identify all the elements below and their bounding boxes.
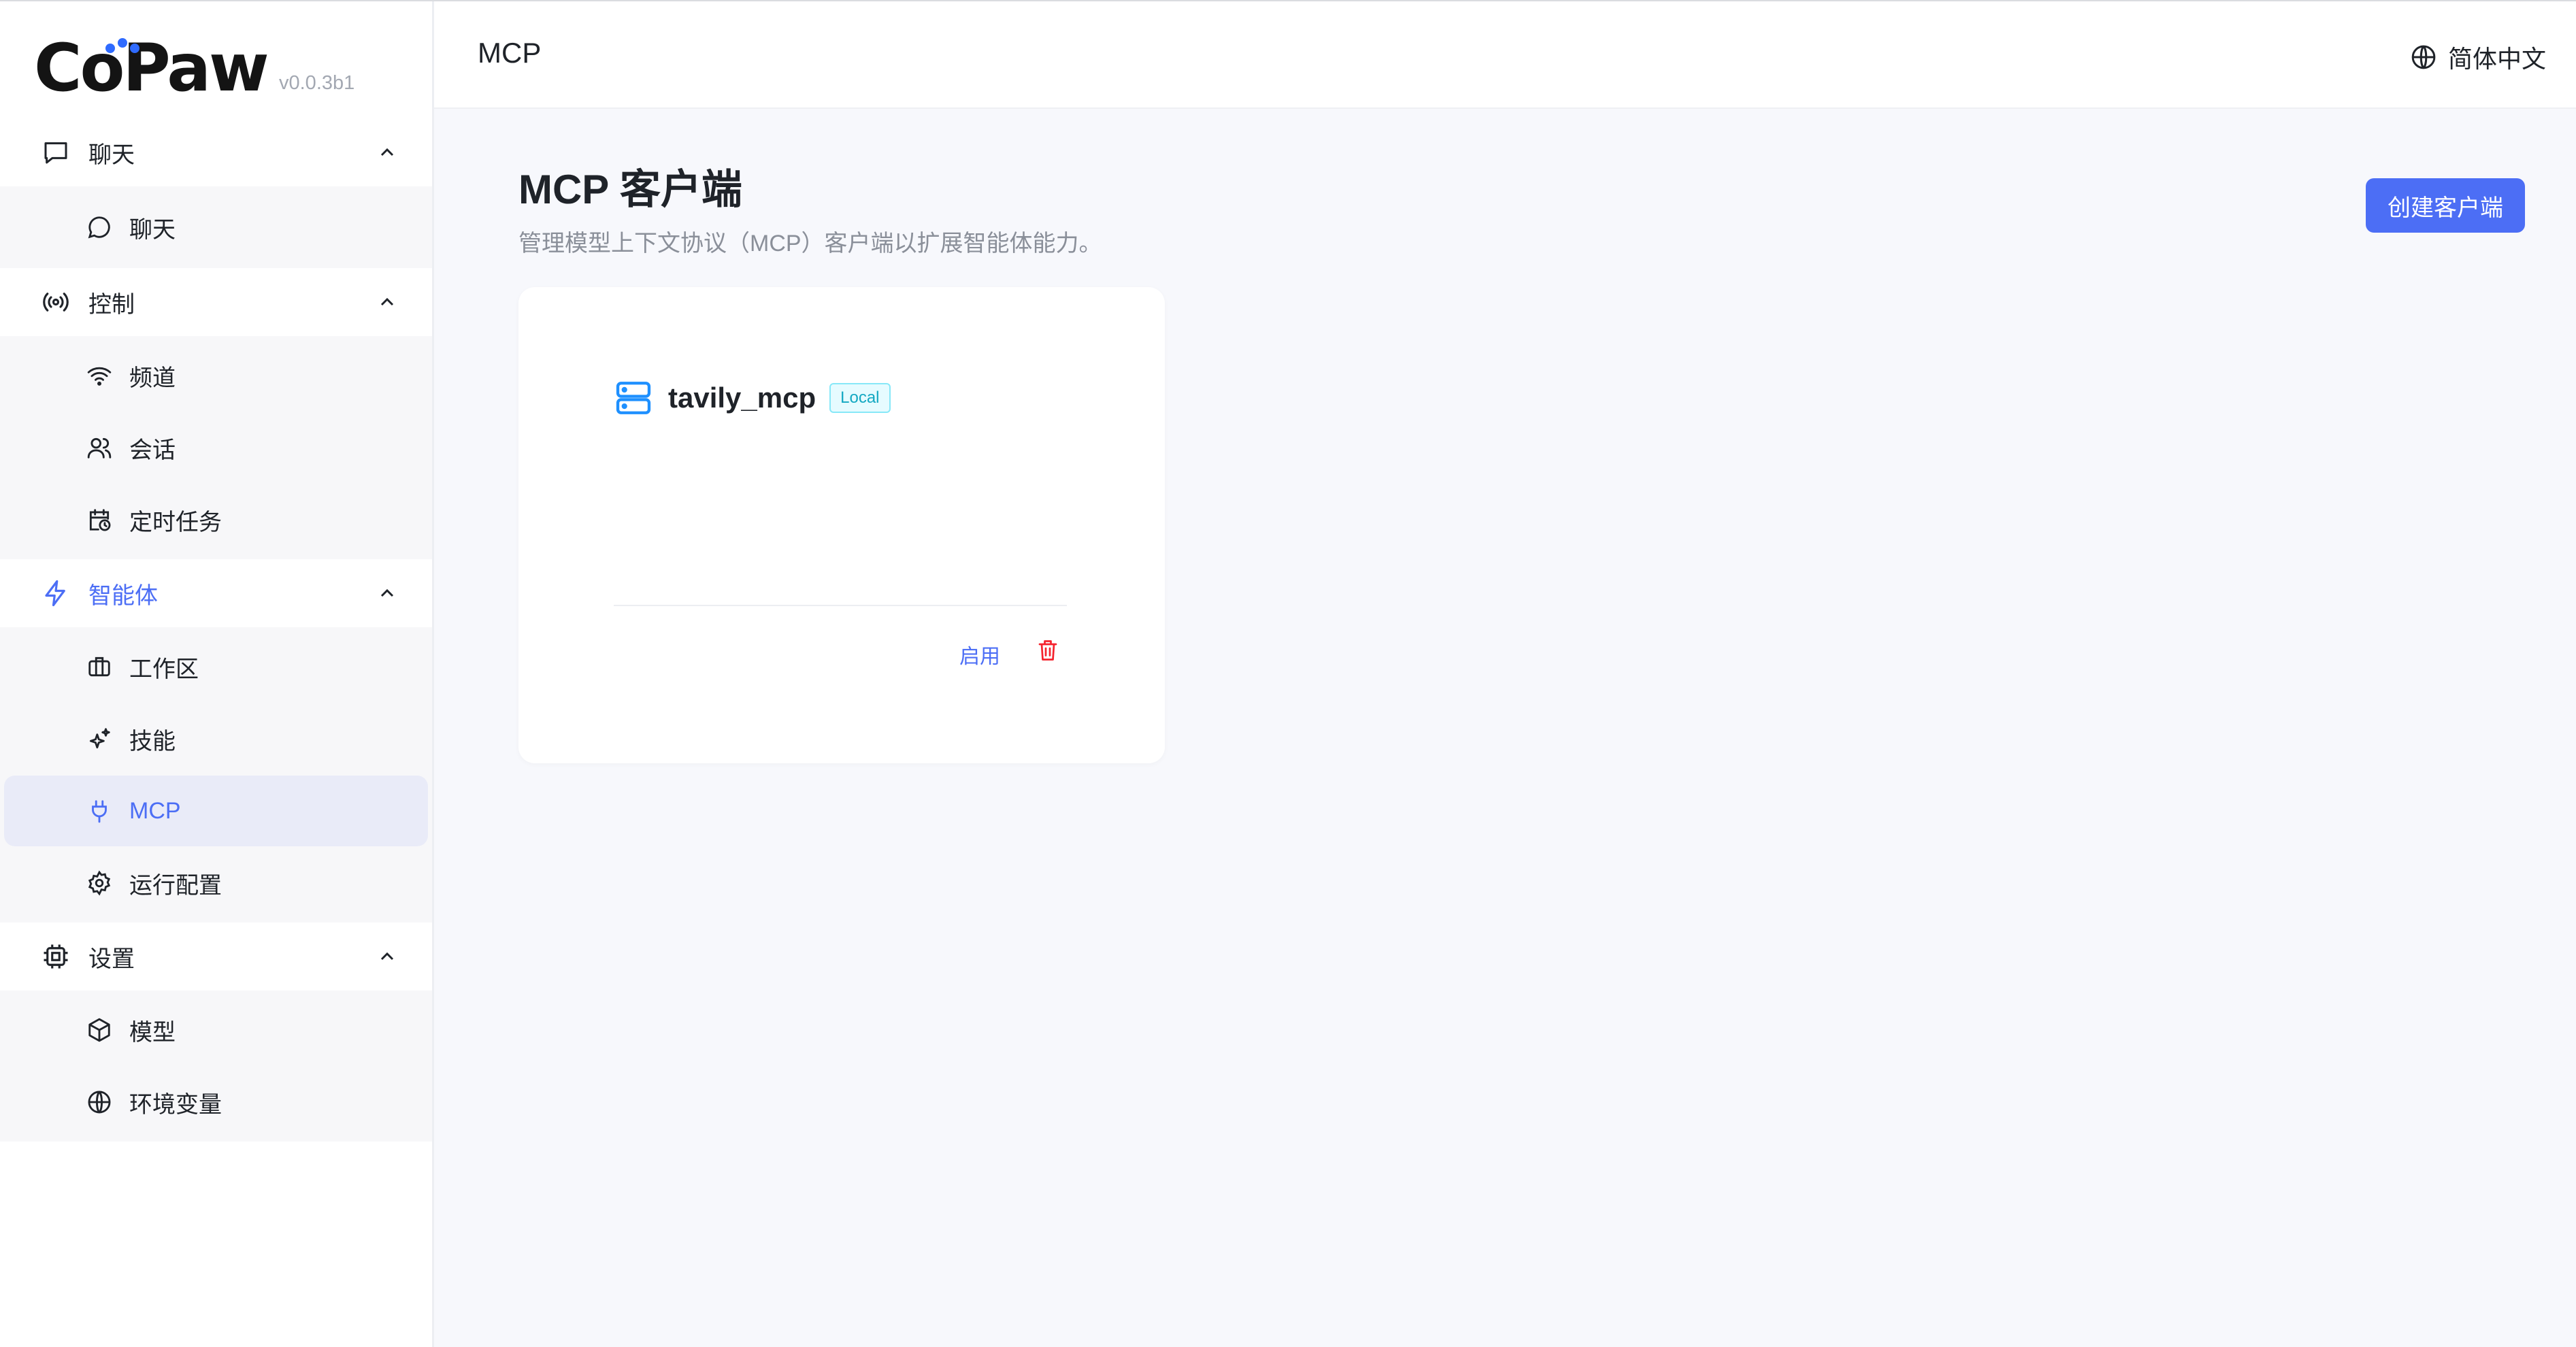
sidebar-nav: 聊天 聊天 控制 频道 会话 定时任务 智能体 工作区 技能 MCP 运行配置 … [0, 118, 432, 1142]
server-icon [616, 382, 651, 414]
card-divider [614, 605, 1067, 606]
sidebar-item-scheduled-tasks[interactable]: 定时任务 [4, 484, 428, 555]
logo-text: CoPaw [34, 30, 269, 106]
nav-sub-agent: 工作区 技能 MCP 运行配置 [0, 627, 432, 922]
chat-circle-icon [84, 212, 114, 242]
sidebar-item-label: 聊天 [129, 216, 176, 243]
nav-group-label: 控制 [88, 291, 135, 318]
nav-group-control[interactable]: 控制 [0, 268, 432, 336]
page-title: MCP 客户端 [518, 167, 742, 212]
nav-group-label: 聊天 [88, 142, 135, 168]
sidebar-item-sessions[interactable]: 会话 [4, 412, 428, 483]
sidebar: CoPaw v0.0.3b1 聊天 聊天 控制 频道 会话 定时任务 智能体 工… [0, 1, 434, 1347]
app-version: v0.0.3b1 [279, 72, 355, 94]
nav-group-label: 智能体 [88, 582, 158, 609]
sidebar-item-mcp[interactable]: MCP [4, 776, 428, 846]
users-icon [84, 433, 114, 463]
cube-icon [84, 1015, 114, 1045]
briefcase-icon [84, 652, 114, 682]
sidebar-item-label: 环境变量 [129, 1091, 222, 1118]
sidebar-item-label: 运行配置 [129, 872, 222, 899]
create-client-button[interactable]: 创建客户端 [2366, 178, 2525, 233]
chevron-up-icon[interactable] [376, 582, 398, 604]
enable-client-button[interactable]: 启用 [959, 639, 1000, 669]
language-switcher[interactable]: 简体中文 [2410, 39, 2546, 75]
trash-icon[interactable] [1036, 638, 1060, 663]
app-logo: CoPaw [34, 30, 269, 106]
mcp-client-card: tavily_mcp Local 启用 [518, 287, 1165, 763]
nav-sub-chat: 聊天 [0, 186, 432, 268]
sidebar-item-chat[interactable]: 聊天 [4, 190, 428, 264]
nav-sub-control: 频道 会话 定时任务 [0, 336, 432, 559]
sidebar-item-skills[interactable]: 技能 [4, 703, 428, 774]
nav-sub-settings: 模型 环境变量 [0, 991, 432, 1142]
sidebar-item-workspace[interactable]: 工作区 [4, 631, 428, 702]
client-type-badge: Local [829, 383, 891, 413]
page-description: 管理模型上下文协议（MCP）客户端以扩展智能体能力。 [518, 231, 1102, 256]
chevron-up-icon[interactable] [376, 291, 398, 313]
calendar-clock-icon [84, 505, 114, 535]
sidebar-item-label: 频道 [129, 365, 176, 391]
language-label: 简体中文 [2447, 45, 2546, 73]
sidebar-item-models[interactable]: 模型 [4, 995, 428, 1065]
sidebar-item-label: MCP [129, 797, 181, 824]
sidebar-item-label: 模型 [129, 1019, 176, 1046]
globe-icon [2411, 45, 2436, 69]
chat-bubble-icon [41, 137, 71, 167]
client-card-header: tavily_mcp Local [614, 378, 891, 418]
client-name: tavily_mcp [668, 382, 816, 414]
lightning-icon [41, 578, 71, 608]
cpu-icon [41, 942, 71, 971]
chevron-up-icon[interactable] [376, 946, 398, 967]
nav-group-label: 设置 [88, 946, 135, 972]
chevron-up-icon[interactable] [376, 142, 398, 163]
header-title: MCP [478, 37, 542, 69]
sidebar-item-label: 技能 [129, 728, 176, 754]
plug-icon [84, 796, 114, 826]
sidebar-item-channels[interactable]: 频道 [4, 340, 428, 411]
sidebar-item-label: 工作区 [129, 656, 199, 682]
broadcast-icon [41, 287, 71, 317]
nav-group-agent[interactable]: 智能体 [0, 559, 432, 627]
sidebar-item-label: 定时任务 [129, 509, 222, 535]
sidebar-item-label: 会话 [129, 437, 176, 463]
wifi-icon [84, 361, 114, 390]
sidebar-item-env-vars[interactable]: 环境变量 [4, 1067, 428, 1137]
sidebar-item-runtime-config[interactable]: 运行配置 [4, 848, 428, 918]
globe-icon [84, 1087, 114, 1117]
nav-group-settings[interactable]: 设置 [0, 922, 432, 991]
top-header: MCP 简体中文 [434, 1, 2576, 109]
nav-group-chat[interactable]: 聊天 [0, 118, 432, 186]
sparkles-icon [84, 724, 114, 754]
settings-icon [84, 868, 114, 898]
